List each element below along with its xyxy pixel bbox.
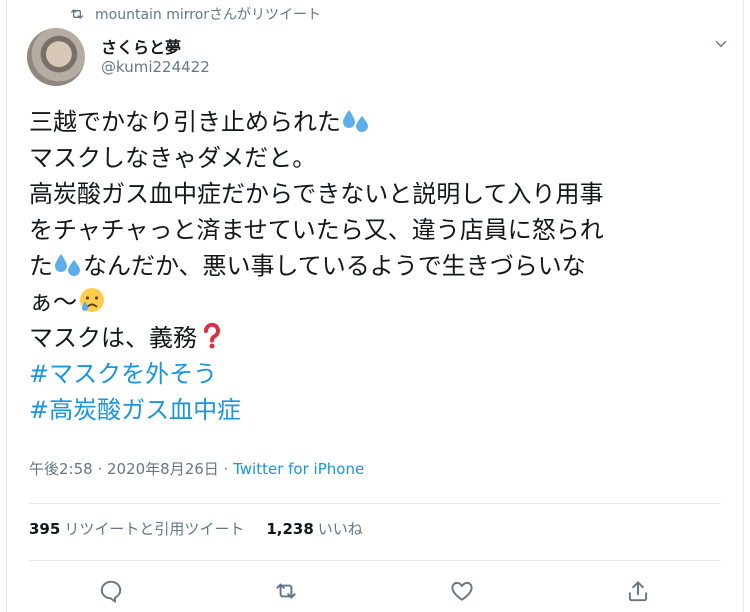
tweet-line: をチャチャっと済ませていたら又、違う店員に怒られ (29, 216, 604, 244)
divider (29, 560, 721, 561)
retweet-banner[interactable]: mountain mirrorさんがリツイート (69, 4, 321, 24)
retweet-banner-text: mountain mirrorさんがリツイート (95, 7, 322, 23)
author-handle[interactable]: @kumi224422 (101, 58, 210, 76)
tweet-line: 高炭酸ガス血中症だからできないと説明して入り用事 (29, 180, 604, 208)
red-question-emoji (204, 322, 220, 349)
retweet-icon (71, 9, 83, 19)
author-name[interactable]: さくらと夢 (101, 34, 181, 58)
retweet-action-icon[interactable] (273, 578, 299, 604)
reply-icon[interactable] (98, 578, 124, 604)
action-bar (7, 574, 745, 608)
crying-face-emoji (80, 288, 104, 312)
share-icon[interactable] (625, 578, 651, 604)
hashtag-link[interactable]: #高炭酸ガス血中症 (29, 392, 729, 428)
tweet-line: マスクは、義務 (29, 320, 729, 356)
source-link[interactable]: Twitter for iPhone (233, 460, 364, 478)
sweat-droplets-emoji (343, 110, 368, 132)
hashtag-link[interactable]: #マスクを外そう (29, 356, 729, 392)
like-count[interactable]: 1,238 いいね (266, 518, 362, 539)
tweet-card: mountain mirrorさんがリツイート さくらと夢 @kumi22442… (6, 0, 744, 612)
tweet-line: 三越でかなり引き止められた (29, 104, 729, 140)
avatar[interactable] (27, 28, 85, 86)
tweet-line: た なんだか、悪い事しているようで生きづらいな (29, 252, 586, 280)
timestamp[interactable]: 午後2:58 · 2020年8月26日 · (29, 460, 233, 478)
divider (29, 503, 721, 504)
tweet-stats: 395 リツイートと引用ツイート 1,238 いいね (29, 518, 363, 539)
tweet-text: 三越でかなり引き止められた マスクしなきゃダメだと。 高炭酸ガス血中症だからでき… (29, 104, 729, 428)
tweet-line: ぁ〜 (29, 284, 729, 320)
caret-down-icon[interactable] (712, 35, 730, 53)
like-icon[interactable] (449, 578, 475, 604)
sweat-droplets-emoji (55, 254, 80, 276)
retweet-count[interactable]: 395 リツイートと引用ツイート (29, 518, 244, 539)
tweet-meta: 午後2:58 · 2020年8月26日 · Twitter for iPhone (29, 458, 364, 479)
tweet-line: マスクしなきゃダメだと。 (29, 144, 317, 172)
